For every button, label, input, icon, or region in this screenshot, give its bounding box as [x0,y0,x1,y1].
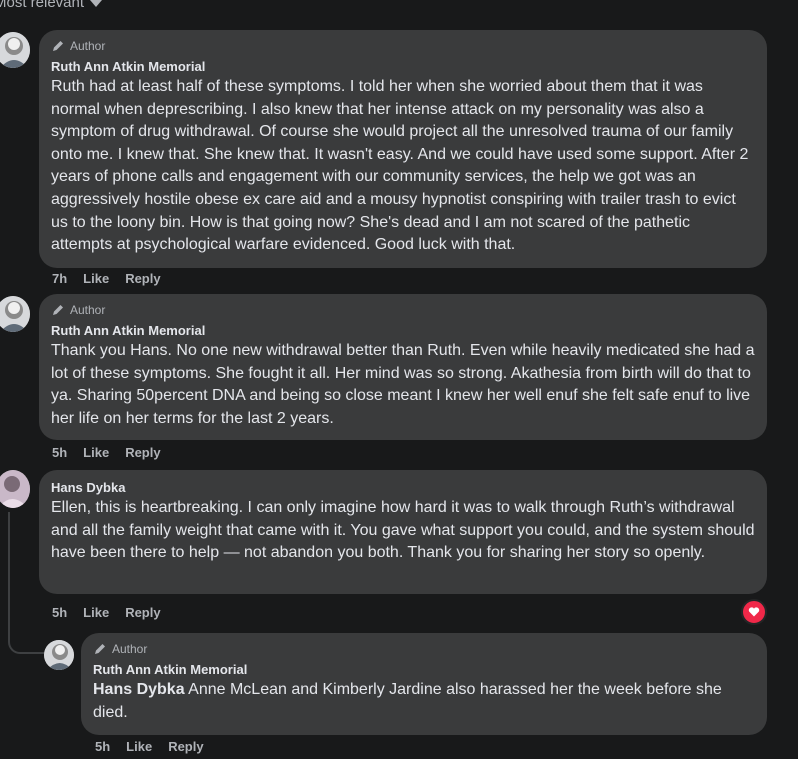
reply-button[interactable]: Reply [125,271,160,286]
sort-dropdown[interactable]: Most relevant [0,0,103,11]
comment-actions: 5h Like Reply [52,445,161,460]
like-button[interactable]: Like [83,605,109,620]
love-reaction-badge[interactable] [741,599,767,625]
commenter-name[interactable]: Ruth Ann Atkin Memorial [93,662,755,678]
commenter-name[interactable]: Ruth Ann Atkin Memorial [51,59,755,75]
pencil-icon [53,305,63,315]
sort-label: Most relevant [0,0,85,11]
author-badge-label: Author [112,642,148,656]
comment-bubble: Hans Dybka Ellen, this is heartbreaking.… [39,470,767,594]
like-button[interactable]: Like [126,739,152,754]
pencil-icon [95,644,105,654]
avatar[interactable] [44,640,74,670]
heart-icon [748,607,760,617]
thread-curve [8,628,44,654]
avatar[interactable] [0,32,30,68]
like-button[interactable]: Like [83,271,109,286]
author-badge: Author [93,641,755,657]
reply-button[interactable]: Reply [168,739,203,754]
author-badge-label: Author [70,39,106,53]
author-badge-label: Author [70,303,106,317]
timestamp[interactable]: 5h [52,605,67,620]
comment-actions: 5h Like Reply [95,739,204,754]
caret-down-icon [90,0,103,7]
commenter-name[interactable]: Hans Dybka [51,480,755,496]
timestamp[interactable]: 5h [95,739,110,754]
comment-text: Thank you Hans. No one new withdrawal be… [51,342,755,427]
comment-text: Ruth had at least half of these symptoms… [51,78,749,254]
comment-text: Hans Dybka Anne McLean and Kimberly Jard… [93,679,755,724]
reply-button[interactable]: Reply [125,445,160,460]
thread-line [8,512,10,632]
mention-link[interactable]: Hans Dybka [93,681,185,698]
comment-text: Ellen, this is heartbreaking. I can only… [51,499,755,562]
comment-bubble: Author Ruth Ann Atkin Memorial Hans Dybk… [81,633,767,735]
avatar[interactable] [0,470,30,508]
pencil-icon [53,41,63,51]
comment-actions: 7h Like Reply [52,271,161,286]
author-badge: Author [51,302,755,318]
author-badge: Author [51,38,755,54]
timestamp[interactable]: 5h [52,445,67,460]
like-button[interactable]: Like [83,445,109,460]
timestamp[interactable]: 7h [52,271,67,286]
comment-body: Anne McLean and Kimberly Jardine also ha… [93,681,722,721]
avatar[interactable] [0,296,30,332]
reply-button[interactable]: Reply [125,605,160,620]
comment-bubble: Author Ruth Ann Atkin Memorial Thank you… [39,294,767,440]
comment-bubble: Author Ruth Ann Atkin Memorial Ruth had … [39,30,767,268]
commenter-name[interactable]: Ruth Ann Atkin Memorial [51,323,755,339]
comment-actions: 5h Like Reply [52,605,161,620]
